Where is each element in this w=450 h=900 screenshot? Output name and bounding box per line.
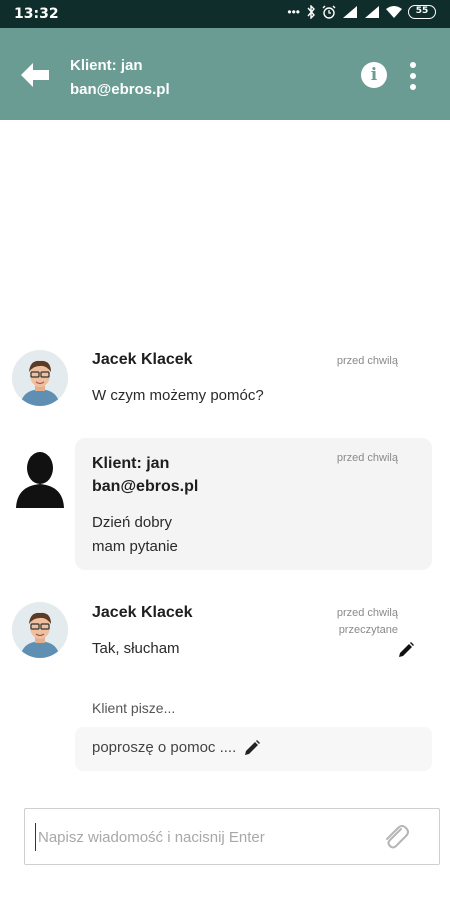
info-icon: i [370,65,378,85]
sender-name: Jacek Klacek [92,351,193,368]
typing-preview: poproszę o pomoc .... [75,727,432,771]
signal-icon [365,6,379,18]
attach-button[interactable] [379,821,411,853]
status-time: 13:32 [14,6,59,22]
status-icons: ••• 55 [287,5,436,19]
header-title-line2: ban@ebros.pl [70,81,170,98]
edit-message-button[interactable] [397,641,415,659]
wifi-icon [386,6,402,18]
sender-name: Jacek Klacek [92,604,193,621]
sender-email: ban@ebros.pl [92,478,199,495]
agent-avatar [12,602,68,658]
message-time: przed chwilą [336,607,398,619]
battery-icon: 55 [408,5,436,19]
agent-avatar [12,350,68,406]
paperclip-icon [386,825,409,849]
conversation-title: Klient: jan ban@ebros.pl [70,54,170,102]
sender-name: Klient: jan [92,455,170,472]
message-text: W czym możemy pomóc? [92,387,264,404]
pencil-icon [245,740,260,755]
bluetooth-icon [307,5,315,19]
more-dot [410,84,416,90]
more-dot [410,62,416,68]
alarm-icon [322,5,336,19]
dots-icon: ••• [287,5,300,19]
arrow-left-icon [21,63,49,87]
message-text: mam pytanie [92,538,178,555]
more-dot [410,73,416,79]
back-button[interactable] [18,60,52,90]
user-silhouette-icon [14,450,66,508]
more-options-button[interactable] [404,60,422,92]
message-input[interactable] [35,823,375,851]
message-composer [24,808,440,865]
message-text: Tak, słucham [92,640,180,657]
message-time: przed chwilą [336,452,398,464]
app-bar: Klient: jan ban@ebros.pl i [0,28,450,120]
message-text: Dzień dobry [92,514,173,531]
message-time: przed chwilą [336,355,398,367]
info-button[interactable]: i [361,62,387,88]
typing-indicator: Klient pisze... [92,700,176,716]
read-status: przeczytane [338,624,398,636]
status-bar: 13:32 ••• 55 [0,0,450,28]
typing-preview-text: poproszę o pomoc .... [92,739,237,756]
signal-icon [343,6,357,18]
header-title-line1: Klient: jan [70,57,143,74]
pencil-icon [399,642,414,657]
message-list: Jacek Klacek przed chwilą W czym możemy … [0,120,450,792]
